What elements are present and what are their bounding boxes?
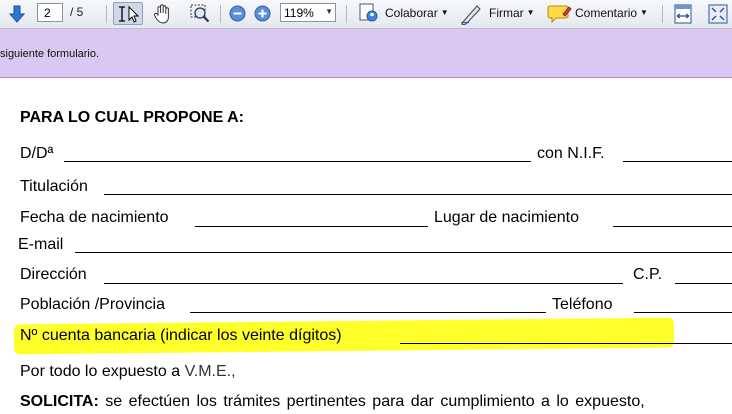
firmar-label: Firmar bbox=[489, 6, 524, 20]
colaborar-label: Colaborar bbox=[385, 6, 438, 20]
chevron-down-icon: ▼ bbox=[526, 8, 535, 17]
cp-label: C.P. bbox=[633, 266, 663, 283]
expuesto-name: V.M.E., bbox=[184, 363, 236, 380]
lugar-nacimiento-label: Lugar de nacimiento bbox=[434, 209, 579, 226]
nif-field[interactable] bbox=[623, 161, 732, 162]
telefono-field[interactable] bbox=[634, 312, 732, 313]
full-screen-icon[interactable] bbox=[707, 3, 729, 25]
page-total: / 5 bbox=[70, 5, 84, 19]
firmar-button[interactable]: Firmar ▼ bbox=[457, 0, 535, 28]
form-message-text: siguiente formulario. bbox=[0, 48, 100, 60]
zoom-out-icon[interactable] bbox=[229, 5, 246, 22]
document-page: PARA LO CUAL PROPONE A: D/Dª con N.I.F. … bbox=[0, 78, 732, 414]
toolbar: / 5 119% ▼ Colaborar bbox=[0, 0, 732, 29]
direccion-field[interactable] bbox=[104, 283, 623, 284]
lugar-nacimiento-field[interactable] bbox=[613, 226, 732, 227]
email-field[interactable] bbox=[75, 252, 732, 253]
text-select-cursor-icon bbox=[119, 5, 140, 23]
expuesto-text: Por todo lo expuesto a V.M.E., bbox=[20, 363, 236, 381]
expuesto-prefix: Por todo lo expuesto a bbox=[20, 363, 185, 380]
direccion-label: Dirección bbox=[20, 266, 87, 283]
toolbar-separator bbox=[662, 5, 663, 23]
telefono-label: Teléfono bbox=[552, 296, 613, 313]
cp-field[interactable] bbox=[675, 283, 732, 284]
fit-width-icon[interactable] bbox=[672, 3, 694, 25]
page-number-input[interactable] bbox=[37, 3, 63, 22]
dd-label: D/Dª bbox=[20, 145, 54, 162]
email-label: E-mail bbox=[18, 236, 64, 253]
comentario-button[interactable]: Comentario ▼ bbox=[545, 0, 655, 28]
comment-bubble-icon bbox=[547, 5, 572, 24]
chevron-down-icon: ▼ bbox=[440, 8, 449, 17]
marquee-zoom-icon[interactable] bbox=[189, 3, 211, 25]
poblacion-label: Población /Provincia bbox=[20, 296, 165, 313]
titulacion-field[interactable] bbox=[104, 194, 732, 195]
chevron-down-icon: ▼ bbox=[325, 7, 333, 16]
form-message-bar: siguiente formulario. bbox=[0, 29, 732, 78]
next-page-arrow-icon[interactable] bbox=[7, 4, 27, 24]
poblacion-field[interactable] bbox=[190, 312, 546, 313]
fecha-nacimiento-label: Fecha de nacimiento bbox=[20, 209, 169, 226]
chevron-down-icon: ▼ bbox=[640, 8, 648, 17]
dd-name-field[interactable] bbox=[64, 161, 531, 162]
toolbar-separator bbox=[220, 5, 221, 23]
form-heading: PARA LO CUAL PROPONE A: bbox=[20, 109, 245, 126]
toolbar-separator bbox=[106, 5, 107, 23]
nif-label: con N.I.F. bbox=[537, 145, 605, 162]
zoom-in-icon[interactable] bbox=[254, 5, 271, 22]
collaborate-document-icon bbox=[359, 3, 378, 22]
comentario-label: Comentario bbox=[575, 6, 638, 20]
solicita-text: SOLICITA: se efectúen los trámites perti… bbox=[20, 393, 645, 411]
cuenta-bancaria-label: Nº cuenta bancaria (indicar los veinte d… bbox=[20, 327, 342, 344]
select-tool-button[interactable] bbox=[113, 2, 143, 25]
titulacion-label: Titulación bbox=[20, 178, 88, 195]
colaborar-button[interactable]: Colaborar ▼ bbox=[355, 0, 449, 28]
fecha-nacimiento-field[interactable] bbox=[195, 226, 428, 227]
toolbar-separator bbox=[346, 5, 347, 23]
hand-tool-icon[interactable] bbox=[152, 3, 174, 25]
zoom-level-value: 119% bbox=[284, 6, 314, 20]
cuenta-bancaria-field[interactable] bbox=[400, 343, 732, 344]
solicita-body: se efectúen los trámites pertinentes par… bbox=[105, 393, 645, 410]
zoom-level-select[interactable]: 119% ▼ bbox=[280, 3, 336, 22]
pen-sign-icon bbox=[460, 5, 481, 25]
solicita-label: SOLICITA: bbox=[20, 393, 99, 410]
